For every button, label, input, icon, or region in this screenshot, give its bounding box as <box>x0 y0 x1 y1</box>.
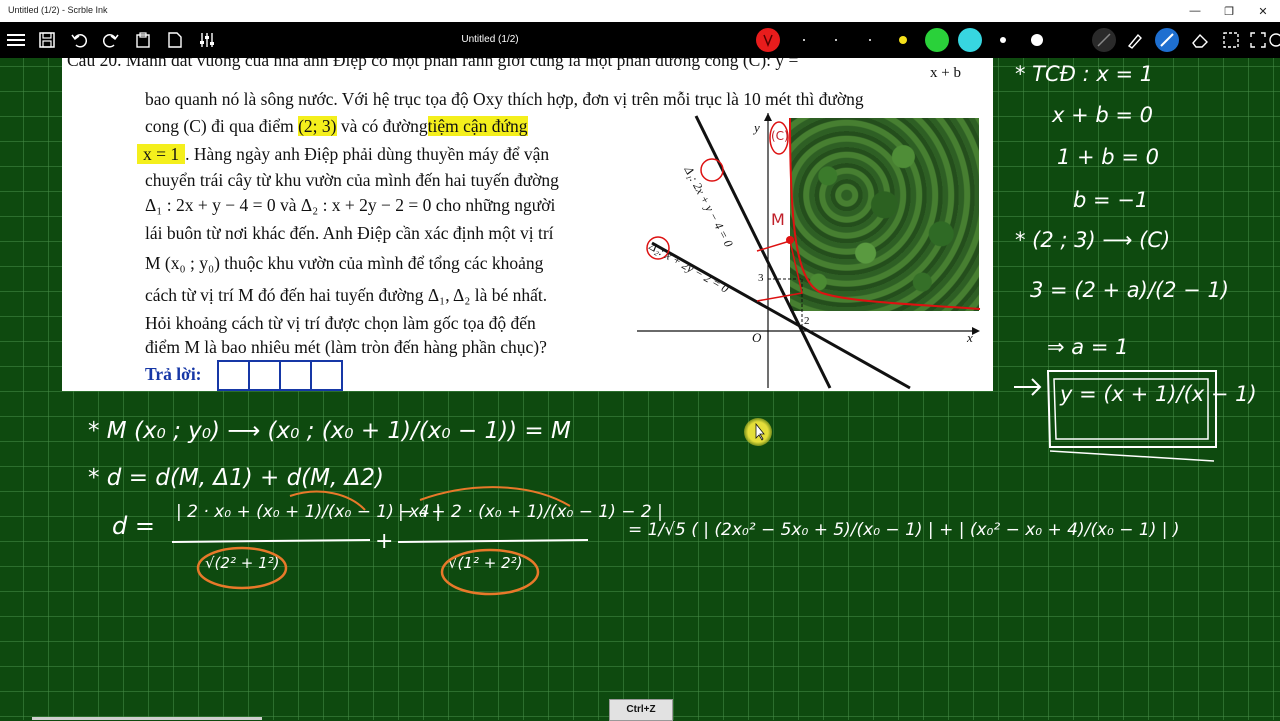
y-axis-arrow <box>764 113 772 121</box>
pen-color-white-small[interactable] <box>991 28 1015 52</box>
annotation-m: M <box>771 210 785 229</box>
problem-line-5: Δ₁ : 2x + y − 4 = 0 và Δ₂ : x + 2y − 2 =… <box>145 195 556 215</box>
pen-color-yellow[interactable] <box>891 28 915 52</box>
hw-box-frame <box>1014 370 1217 462</box>
problem-line-2a: cong (C) đi qua điểm <box>145 116 294 136</box>
minimize-button[interactable]: — <box>1178 0 1212 22</box>
close-button[interactable]: ✕ <box>1246 0 1280 22</box>
pasted-problem-image: Câu 20. Mảnh đất vuông của nhà anh Điệp … <box>62 58 993 391</box>
pointer-cursor <box>744 418 772 446</box>
curve-c <box>789 117 981 310</box>
window-titlebar: Untitled (1/2) - Scrble Ink — ❐ ✕ <box>0 0 1280 22</box>
highlight-x-equals-1: x = 1 <box>137 144 186 164</box>
problem-line-3b: . Hàng ngày anh Điệp phải dùng thuyền má… <box>185 144 550 164</box>
point-m <box>786 236 794 244</box>
axis-x-label: x <box>967 330 973 345</box>
window-title: Untitled (1/2) - Scrble Ink <box>8 5 108 15</box>
pen-color-dot-small-2[interactable] <box>824 28 848 52</box>
circle-delta-1 <box>700 158 724 182</box>
highlight-asymptote: tiệm cận đứng <box>427 116 528 136</box>
hw-right-1: * TCĐ : x = 1 <box>1015 62 1154 86</box>
problem-line-7: M (x₀ ; y₀) thuộc khu vườn của mình để t… <box>145 253 544 273</box>
pen-icon[interactable] <box>1155 28 1179 52</box>
hw-d-equals: d = <box>112 512 155 540</box>
hw-simplified: = 1/√5 ( | (2x₀² − 5x₀ + 5)/(x₀ − 1) | +… <box>628 520 1180 540</box>
shortcut-indicator: Ctrl+Z <box>609 699 673 721</box>
ruler-icon[interactable] <box>1092 28 1116 52</box>
pen-color-green[interactable] <box>925 28 949 52</box>
menu-icon[interactable] <box>4 28 28 52</box>
settings-sliders-icon[interactable] <box>195 28 219 52</box>
undo-icon[interactable] <box>67 28 91 52</box>
maximize-button[interactable]: ❐ <box>1212 0 1246 22</box>
axis-y-label: y <box>754 120 760 135</box>
select-icon[interactable] <box>1219 28 1243 52</box>
problem-line-1: bao quanh nó là sông nước. Với hệ trục t… <box>145 89 864 109</box>
origin-label: O <box>752 330 762 345</box>
answer-box <box>279 360 312 391</box>
document-title: Untitled (1/2) <box>461 34 519 45</box>
hw-right-2: x + b = 0 <box>1052 103 1154 127</box>
problem-line-2c: và có đường <box>340 116 428 136</box>
hw-right-4: b = −1 <box>1073 188 1149 212</box>
pen-color-white-large[interactable] <box>1025 28 1049 52</box>
distance-marks <box>756 240 803 302</box>
hw-line-1: * M (x₀ ; y₀) ⟶ (x₀ ; (x₀ + 1)/(x₀ − 1))… <box>88 418 571 444</box>
graph-figure <box>637 113 981 390</box>
tick-2: 2 <box>804 315 810 327</box>
problem-line-8: cách từ vị trí M đó đến hai tuyến đường … <box>145 285 548 305</box>
answer-box <box>310 360 343 391</box>
new-page-icon[interactable] <box>163 28 187 52</box>
highlighter-icon[interactable] <box>1123 28 1147 52</box>
pen-color-cyan[interactable] <box>958 28 982 52</box>
view-icon[interactable] <box>1264 28 1280 52</box>
curve-label: (C) <box>771 129 789 143</box>
redo-icon[interactable] <box>99 28 123 52</box>
pen-color-dot-small-1[interactable] <box>792 28 816 52</box>
hw-right-6: 3 = (2 + a)/(2 − 1) <box>1030 278 1229 302</box>
svg-text:+: + <box>375 529 393 554</box>
problem-line-6: lái buôn từ nơi khác đến. Anh Điệp cần x… <box>145 223 554 243</box>
app-toolbar: Untitled (1/2) <box>0 22 1280 58</box>
pen-color-red[interactable] <box>756 28 780 52</box>
problem-line-10: điểm M là bao nhiêu mét (làm tròn đến hà… <box>145 337 547 357</box>
answer-box <box>248 360 281 391</box>
x-axis-arrow <box>972 327 980 335</box>
hw-fraction-strokes: + <box>171 486 589 596</box>
problem-line-0: Câu 20. Mảnh đất vuông của nhà anh Điệp … <box>67 58 799 70</box>
hw-right-7: ⇒ a = 1 <box>1047 335 1129 359</box>
answer-boxes <box>217 360 343 391</box>
pen-color-dot-small-3[interactable] <box>858 28 882 52</box>
problem-line-9: Hỏi khoảng cách từ vị trí được chọn làm … <box>145 313 536 333</box>
fraction-denominator: x + b <box>930 65 961 81</box>
hw-right-3: 1 + b = 0 <box>1057 145 1159 169</box>
tick-3: 3 <box>758 272 764 284</box>
paste-icon[interactable] <box>131 28 155 52</box>
problem-line-4: chuyển trái cây từ khu vườn của mình đến… <box>145 170 559 190</box>
answer-label: Trả lời: <box>145 364 202 384</box>
hw-right-5: * (2 ; 3) ⟶ (C) <box>1015 228 1171 252</box>
highlight-point: (2; 3) <box>298 116 337 136</box>
answer-box <box>217 360 250 391</box>
save-icon[interactable] <box>35 28 59 52</box>
line-delta-1 <box>694 115 832 389</box>
eraser-icon[interactable] <box>1188 28 1212 52</box>
